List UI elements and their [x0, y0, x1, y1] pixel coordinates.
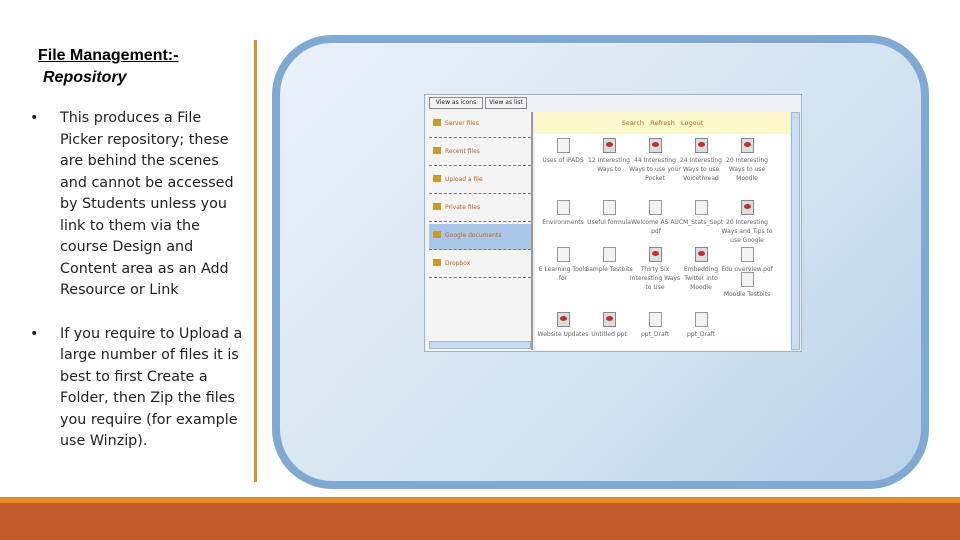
- sidebar-item-label: Private files: [445, 204, 481, 211]
- file-item[interactable]: Website Updates: [537, 312, 589, 339]
- file-item[interactable]: 20 Interesting Ways and Tips to use Goog…: [721, 200, 773, 245]
- footer-bar: [0, 503, 960, 540]
- file-name: 24 Interesting Ways to use Voicethread: [680, 157, 722, 182]
- file-name: Uses of iPADS: [542, 157, 584, 164]
- sidebar-item-label: Recent files: [445, 148, 480, 155]
- bullet-item: If you require to Upload a large number …: [30, 324, 245, 453]
- file-name: 20 Interesting Ways to use Moodle: [726, 157, 768, 182]
- ppt-file-icon: [694, 138, 708, 153]
- search-link[interactable]: Search: [622, 119, 644, 127]
- ppt-file-icon: [648, 138, 662, 153]
- file-name: 44 Interesting Ways to use your Pocket: [629, 157, 681, 182]
- file-name: Thirty Six Interesting Ways to Use: [629, 266, 681, 291]
- sidebar-item-label: Google documents: [445, 232, 502, 239]
- file-item[interactable]: CM_Stats_Sept: [675, 200, 727, 227]
- folder-icon: [433, 203, 441, 210]
- doc-file-icon: [694, 312, 708, 327]
- folder-icon: [433, 119, 441, 126]
- file-item[interactable]: Environments: [537, 200, 589, 227]
- folder-icon: [433, 147, 441, 154]
- ppt-file-icon: [602, 312, 616, 327]
- doc-file-icon: [556, 138, 570, 153]
- file-item[interactable]: Embedding Twitter into Moodle: [675, 247, 727, 292]
- file-name: 12 Interesting Ways to: [588, 157, 630, 173]
- sidebar-item[interactable]: Dropbox: [429, 252, 531, 278]
- title-line-1: File Management:-: [38, 47, 179, 64]
- doc-file-icon: [648, 200, 662, 215]
- folder-icon: [433, 175, 441, 182]
- bullet-list: This produces a File Picker repository; …: [30, 108, 245, 475]
- file-item[interactable]: Edu overview.pdf: [721, 247, 773, 274]
- view-list-button[interactable]: View as list: [485, 97, 527, 109]
- folder-icon: [433, 259, 441, 266]
- pdf-file-icon: [694, 200, 708, 215]
- logout-link[interactable]: Logout: [681, 119, 703, 127]
- sidebar-item[interactable]: Recent files: [429, 140, 531, 166]
- ppt-file-icon: [556, 312, 570, 327]
- sheet-file-icon: [556, 200, 570, 215]
- doc-file-icon: [648, 312, 662, 327]
- file-picker-screenshot: View as icons View as list Server files R…: [424, 94, 802, 352]
- doc-file-icon: [556, 247, 570, 262]
- file-name: Useful formula: [587, 219, 631, 226]
- file-name: ppt_Draft: [640, 331, 670, 338]
- file-name: Embedding Twitter into Moodle: [683, 266, 719, 291]
- file-name: E Learning Tools for: [538, 266, 588, 282]
- file-item[interactable]: 12 Interesting Ways to: [583, 138, 635, 174]
- sidebar-item-label: Dropbox: [445, 260, 471, 267]
- file-area: Search Refresh Logout Uses of iPADS 12 In…: [535, 112, 790, 350]
- file-item[interactable]: Welcome AS AU .pdf: [629, 200, 681, 236]
- view-icons-button[interactable]: View as icons: [429, 97, 483, 109]
- sheet-file-icon: [740, 272, 754, 287]
- bullet-item: This produces a File Picker repository; …: [30, 108, 245, 302]
- file-item[interactable]: Useful formula: [583, 200, 635, 227]
- refresh-link[interactable]: Refresh: [650, 119, 675, 127]
- pdf-file-icon: [740, 247, 754, 262]
- file-name: Sample Testbits: [585, 266, 633, 273]
- file-item[interactable]: 24 Interesting Ways to use Voicethread: [675, 138, 727, 183]
- file-item[interactable]: Uses of iPADS: [537, 138, 589, 165]
- sheet-file-icon: [602, 200, 616, 215]
- sidebar-item-label: Server files: [445, 120, 479, 127]
- sidebar-item[interactable]: Server files: [429, 112, 531, 138]
- ppt-file-icon: [602, 138, 616, 153]
- repository-sidebar: Server files Recent files Upload a file Pri…: [427, 112, 533, 350]
- file-name: 20 Interesting Ways and Tips to use Goog…: [721, 219, 773, 244]
- divider-line: [254, 40, 257, 482]
- file-item[interactable]: Moodle Testbits: [721, 272, 773, 299]
- sidebar-item[interactable]: Google documents: [429, 224, 531, 250]
- file-item[interactable]: Sample Testbits: [583, 247, 635, 274]
- file-name: Website Updates: [537, 331, 589, 338]
- file-item[interactable]: 20 Interesting Ways to use Moodle: [721, 138, 773, 183]
- file-name: Environments: [542, 219, 584, 226]
- file-name: CM_Stats_Sept: [678, 219, 724, 226]
- folder-icon: [433, 231, 441, 238]
- file-name: Welcome AS AU .pdf: [631, 219, 679, 235]
- ppt-file-icon: [694, 247, 708, 262]
- file-name: ppt_Draft: [686, 331, 716, 338]
- sidebar-item-label: Upload a file: [445, 176, 483, 183]
- vertical-scrollbar[interactable]: [791, 112, 800, 350]
- sidebar-item[interactable]: Upload a file: [429, 168, 531, 194]
- file-item[interactable]: Thirty Six Interesting Ways to Use: [629, 247, 681, 292]
- file-item[interactable]: ppt_Draft: [675, 312, 727, 339]
- ppt-file-icon: [740, 138, 754, 153]
- ppt-file-icon: [648, 247, 662, 262]
- sheet-file-icon: [602, 247, 616, 262]
- slide-title: File Management:- Repository: [38, 45, 178, 89]
- file-item[interactable]: Untitled ppt: [583, 312, 635, 339]
- file-name: Moodle Testbits: [723, 291, 771, 298]
- horizontal-scrollbar[interactable]: [429, 341, 531, 349]
- file-name: Untitled ppt: [591, 331, 627, 338]
- file-item[interactable]: 44 Interesting Ways to use your Pocket: [629, 138, 681, 183]
- ppt-file-icon: [740, 200, 754, 215]
- file-item[interactable]: ppt_Draft: [629, 312, 681, 339]
- title-line-2: Repository: [43, 69, 127, 86]
- sidebar-item[interactable]: Private files: [429, 196, 531, 222]
- file-item[interactable]: E Learning Tools for: [537, 247, 589, 283]
- action-bar: Search Refresh Logout: [535, 112, 790, 134]
